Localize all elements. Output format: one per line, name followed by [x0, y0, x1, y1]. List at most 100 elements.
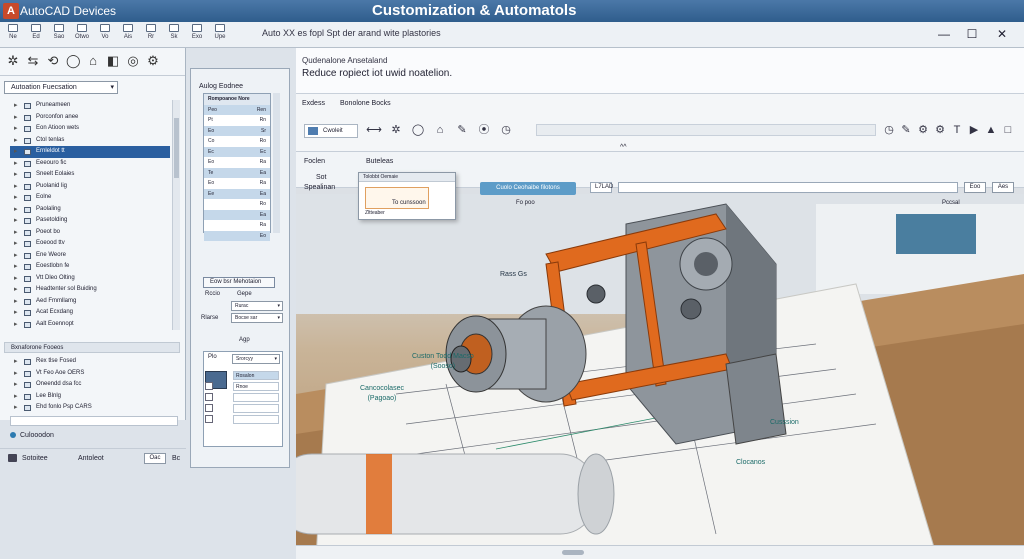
tree-item[interactable]: ▸ Headtenter sol Buiding: [10, 284, 170, 296]
tree-expand-icon[interactable]: ▸: [14, 227, 18, 239]
ribbon-tab-exdess[interactable]: Exdess: [302, 100, 325, 107]
tree-expand-icon[interactable]: ▸: [14, 356, 18, 368]
subbar-text-3[interactable]: Pccsal: [942, 200, 960, 206]
ribbon-tool-2-icon[interactable]: ◯: [410, 122, 426, 138]
tree-item[interactable]: ▸ Eolne: [10, 192, 170, 204]
middle-panel-scrollbar[interactable]: [273, 93, 280, 233]
drawing-viewport[interactable]: Exdess Bonolone Bocks Cwoleit ⟷ ✲ ◯ ⌂ ✎ ⦿ ◷ ◷ ✎…: [296, 94, 1024, 559]
field-bocse[interactable]: Bocse sar ▾: [231, 313, 283, 323]
menu-item-4[interactable]: Vo: [94, 24, 116, 40]
left-tool-5-icon[interactable]: ◧: [106, 54, 120, 68]
horizontal-scroll-thumb[interactable]: [562, 550, 584, 555]
left-panel-footer-1[interactable]: Culooodon: [10, 432, 54, 439]
ribbon-tool-0-icon[interactable]: ⟷: [366, 122, 382, 138]
tree-item[interactable]: ▸ Porconfon anee: [10, 112, 170, 124]
tree-expand-icon[interactable]: ▸: [14, 158, 18, 170]
menu-item-5[interactable]: Ais: [117, 24, 139, 40]
tree-item[interactable]: ▸ Sneelt Eolaies: [10, 169, 170, 181]
left-panel-input[interactable]: [10, 416, 178, 426]
left-tool-0-icon[interactable]: ✲: [6, 54, 20, 68]
ribbon-right-tool-2-icon[interactable]: ⚙: [916, 122, 930, 138]
property-checkbox[interactable]: [205, 415, 213, 423]
left-panel-dropdown[interactable]: Autoation Fuecsation ▾: [4, 81, 118, 94]
list-item[interactable]: Ra: [204, 220, 270, 231]
minimize-button[interactable]: —: [934, 26, 954, 42]
tree-item[interactable]: ▸ Vt Feo Aoe OERS: [10, 368, 178, 380]
ribbon-right-tool-3-icon[interactable]: ⚙: [933, 122, 947, 138]
list-item[interactable]: Ea: [204, 209, 270, 220]
app-logo[interactable]: A: [3, 3, 19, 19]
left-tool-7-icon[interactable]: ⚙: [146, 54, 160, 68]
field-rurac[interactable]: Rurac ▾: [231, 301, 283, 311]
subbar-text-1[interactable]: To cunssoon: [392, 200, 426, 206]
left-tool-6-icon[interactable]: ◎: [126, 54, 140, 68]
tree-item[interactable]: ▸ Vtt Dleo Olting: [10, 273, 170, 285]
tree-item[interactable]: ▸ Pruneameen: [10, 100, 170, 112]
tree-expand-icon[interactable]: ▸: [14, 192, 18, 204]
tree-expand-icon[interactable]: ▸: [14, 402, 18, 414]
cmdbar-sub-specification[interactable]: Spealinan: [304, 184, 335, 191]
section-header-2[interactable]: Bxnaforone Fooeos: [4, 342, 180, 353]
tree-expand-icon[interactable]: ▸: [14, 391, 18, 403]
subbar-text-2[interactable]: Fo poo: [516, 200, 535, 206]
tree-expand-icon[interactable]: ▸: [14, 296, 18, 308]
list-item[interactable]: Eo Ra: [204, 157, 270, 168]
command-button[interactable]: Cwoleit: [304, 124, 358, 138]
tree-expand-icon[interactable]: ▸: [14, 100, 18, 112]
tree-item[interactable]: ▸ Rex tlse Fosed: [10, 356, 178, 368]
menu-item-1[interactable]: Ed: [25, 24, 47, 40]
tree-item[interactable]: ▸ Eoeood ttv: [10, 238, 170, 250]
left-tool-2-icon[interactable]: ⟲: [46, 54, 60, 68]
tree-item[interactable]: ▸ Ene Weore: [10, 250, 170, 262]
new-automation-button[interactable]: Eow bsr Mehotaion: [203, 277, 275, 288]
list-item[interactable]: Ec Ec: [204, 146, 270, 157]
tree-item[interactable]: ▸ Pasetolding: [10, 215, 170, 227]
tree-expand-icon[interactable]: ▸: [14, 135, 18, 147]
middle-panel-list[interactable]: Rompoanoe Nore Peo Ren Pt Rn Eo Sr Co Ro Ec Ec Eo R…: [203, 93, 271, 241]
tree-expand-icon[interactable]: ▸: [14, 112, 18, 124]
tree-expand-icon[interactable]: ▸: [14, 368, 18, 380]
menu-item-9[interactable]: Upe: [209, 24, 231, 40]
tree-scrollbar[interactable]: [172, 100, 180, 330]
left-tool-4-icon[interactable]: ⌂: [86, 54, 100, 68]
property-row[interactable]: [233, 404, 279, 413]
tree-expand-icon[interactable]: ▸: [14, 273, 18, 285]
tree-scroll-thumb[interactable]: [174, 118, 179, 178]
cmdbar-button-1[interactable]: Eoo: [964, 182, 986, 193]
list-item[interactable]: Eo Sr: [204, 125, 270, 136]
list-item[interactable]: Te Ea: [204, 167, 270, 178]
property-checkbox[interactable]: [205, 404, 213, 412]
tree-expand-icon[interactable]: ▸: [14, 123, 18, 135]
property-checkbox[interactable]: [205, 393, 213, 401]
ribbon-collapse-chevron[interactable]: ^^: [620, 144, 627, 151]
tree-expand-icon[interactable]: ▸: [14, 204, 18, 216]
tree-expand-icon[interactable]: ▸: [14, 261, 18, 273]
tree-item[interactable]: ▸ Eeeouro fic: [10, 158, 170, 170]
list-item[interactable]: Peo Ren: [204, 104, 270, 115]
list-item[interactable]: Co Ro: [204, 136, 270, 147]
menu-item-3[interactable]: Otwo: [71, 24, 93, 40]
tree-expand-icon[interactable]: ▸: [14, 319, 18, 331]
tree-item[interactable]: ▸ Aed Fmmllamg: [10, 296, 170, 308]
tree-expand-icon[interactable]: ▸: [14, 215, 18, 227]
tree-item[interactable]: ▸ Aalt Eoennopt: [10, 319, 170, 331]
ribbon-tool-1-icon[interactable]: ✲: [388, 122, 404, 138]
menu-item-0[interactable]: Ne: [2, 24, 24, 40]
ribbon-tool-4-icon[interactable]: ✎: [454, 122, 470, 138]
prop-field[interactable]: Srorcyy ▾: [232, 354, 280, 364]
tree-item[interactable]: ▸ Ernleldot tt: [10, 146, 170, 158]
list-item[interactable]: Ee Ea: [204, 188, 270, 199]
ribbon-tool-3-icon[interactable]: ⌂: [432, 122, 448, 138]
cmdbar-field-label[interactable]: L7LAD: [590, 182, 613, 193]
custom-commands-tab[interactable]: Cuolo Ceohaibe filotons: [480, 182, 576, 195]
tree-expand-icon[interactable]: ▸: [14, 181, 18, 193]
left-tool-1-icon[interactable]: ⇆: [26, 54, 40, 68]
left-tool-3-icon[interactable]: ◯: [66, 54, 81, 68]
maximize-button[interactable]: ☐: [962, 26, 982, 42]
ribbon-right-tool-6-icon[interactable]: ▲: [984, 122, 998, 138]
close-button[interactable]: ✕: [992, 26, 1012, 42]
ribbon-right-tool-1-icon[interactable]: ✎: [899, 122, 913, 138]
menu-item-7[interactable]: Sk: [163, 24, 185, 40]
menu-item-2[interactable]: Sao: [48, 24, 70, 40]
tree-expand-icon[interactable]: ▸: [14, 146, 18, 158]
